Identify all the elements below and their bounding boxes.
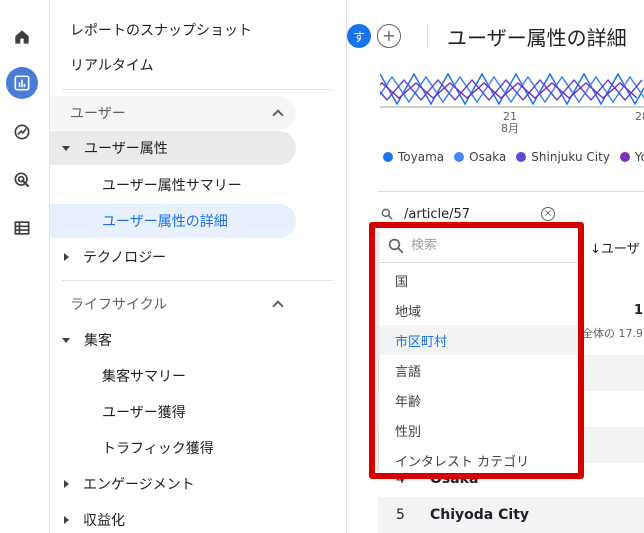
nav-snapshot-label: レポートのスナップショット bbox=[70, 23, 252, 39]
dropdown-option-interest-category[interactable]: インタレスト カテゴリ bbox=[379, 445, 578, 474]
advertising-icon[interactable] bbox=[6, 164, 38, 196]
divider bbox=[378, 191, 644, 192]
caret-down-icon bbox=[62, 337, 70, 343]
legend-item[interactable]: Yokc bbox=[619, 150, 644, 164]
legend-item[interactable]: Toyama bbox=[383, 150, 444, 164]
section-lifecycle-label: ライフサイクル bbox=[70, 297, 168, 313]
legend-dot bbox=[619, 152, 630, 162]
avatar[interactable]: す bbox=[347, 24, 371, 48]
caret-right-icon bbox=[64, 516, 69, 524]
nav-traffic-acquisition[interactable]: トラフィック獲得 bbox=[102, 431, 214, 465]
x-tick-label: 28 bbox=[630, 111, 644, 123]
nav-user-attr-detail[interactable]: ユーザー属性の詳細 bbox=[50, 204, 296, 238]
filter-search[interactable]: /article/57 × bbox=[380, 204, 555, 224]
page-header: す + ユーザー属性の詳細 bbox=[347, 0, 644, 70]
dropdown-search-input[interactable] bbox=[411, 238, 561, 253]
chevron-up-icon bbox=[272, 300, 284, 312]
nav-monetization-label: 収益化 bbox=[83, 513, 125, 529]
legend-item[interactable]: Osaka bbox=[454, 150, 506, 164]
add-comparison-button[interactable]: + bbox=[377, 24, 401, 48]
search-icon bbox=[388, 238, 404, 253]
caret-right-icon bbox=[64, 480, 69, 488]
dropdown-option-language[interactable]: 言語 bbox=[379, 355, 578, 385]
nav-divider bbox=[62, 280, 333, 281]
row-index: 5 bbox=[396, 507, 405, 523]
nav-acq-summary-label: 集客サマリー bbox=[102, 369, 186, 385]
nav-user-attr-summary-label: ユーザー属性サマリー bbox=[102, 178, 242, 194]
section-user-label: ユーザー bbox=[70, 106, 126, 122]
nav-acquisition[interactable]: 集客 bbox=[62, 323, 112, 357]
nav-user-attr-summary[interactable]: ユーザー属性サマリー bbox=[102, 168, 242, 202]
report-nav: レポートのスナップショット リアルタイム ユーザー ユーザー属性 ユーザー属性サ… bbox=[50, 0, 347, 533]
dropdown-option-gender[interactable]: 性別 bbox=[379, 415, 578, 445]
nav-technology-label: テクノロジー bbox=[83, 250, 167, 266]
legend-dot bbox=[454, 152, 465, 162]
nav-user-acquisition-label: ユーザー獲得 bbox=[102, 405, 186, 421]
dropdown-option-region[interactable]: 地域 bbox=[379, 295, 578, 325]
section-user[interactable]: ユーザー bbox=[50, 96, 296, 130]
filter-value: /article/57 bbox=[404, 206, 471, 222]
section-lifecycle[interactable]: ライフサイクル bbox=[50, 287, 296, 321]
nav-user-attributes[interactable]: ユーザー属性 bbox=[50, 131, 296, 165]
nav-engagement[interactable]: エンゲージメント bbox=[62, 467, 195, 501]
legend-label: Toyama bbox=[398, 150, 445, 164]
nav-user-attributes-label: ユーザー属性 bbox=[84, 141, 168, 157]
explore-icon[interactable] bbox=[6, 116, 38, 148]
nav-acquisition-label: 集客 bbox=[84, 333, 112, 349]
x-tick-day: 28 bbox=[635, 110, 644, 123]
home-icon[interactable] bbox=[6, 21, 38, 53]
legend-label: Yokc bbox=[634, 150, 644, 164]
legend-item[interactable]: Shinjuku City bbox=[516, 150, 610, 164]
nav-snapshot[interactable]: レポートのスナップショット bbox=[70, 13, 252, 47]
clear-icon[interactable]: × bbox=[541, 207, 555, 221]
dimension-dropdown: 国 地域 市区町村 言語 年齢 性別 インタレスト カテゴリ bbox=[379, 229, 578, 474]
x-tick-month: 8月 bbox=[501, 122, 519, 135]
nav-monetization[interactable]: 収益化 bbox=[62, 503, 125, 533]
legend-label: Osaka bbox=[469, 150, 507, 164]
dropdown-option-country[interactable]: 国 bbox=[379, 265, 578, 295]
dropdown-option-city[interactable]: 市区町村 bbox=[379, 325, 578, 355]
nav-realtime[interactable]: リアルタイム bbox=[70, 48, 154, 82]
legend-dot bbox=[516, 152, 527, 162]
legend-label: Shinjuku City bbox=[531, 150, 610, 164]
dropdown-search bbox=[379, 229, 578, 263]
total-value: 1 bbox=[634, 303, 644, 318]
x-tick-label: 21 8月 bbox=[498, 111, 522, 135]
page-title: ユーザー属性の詳細 bbox=[447, 26, 627, 50]
nav-technology[interactable]: テクノロジー bbox=[62, 240, 166, 274]
table-row[interactable]: 5 Chiyoda City bbox=[378, 497, 644, 533]
header-divider bbox=[427, 24, 428, 48]
nav-realtime-label: リアルタイム bbox=[70, 58, 154, 74]
nav-user-attr-detail-label: ユーザー属性の詳細 bbox=[102, 214, 228, 230]
dropdown-option-age[interactable]: 年齢 bbox=[379, 385, 578, 415]
row-city: Chiyoda City bbox=[430, 507, 530, 523]
nav-traffic-acquisition-label: トラフィック獲得 bbox=[102, 441, 214, 457]
total-share: 全体の 17.9 bbox=[582, 327, 643, 340]
nav-engagement-label: エンゲージメント bbox=[83, 477, 195, 493]
nav-user-acquisition[interactable]: ユーザー獲得 bbox=[102, 395, 186, 429]
legend-dot bbox=[383, 152, 393, 162]
chevron-up-icon bbox=[272, 109, 284, 121]
search-icon bbox=[381, 208, 393, 220]
chart-legend: Toyama Osaka Shinjuku City Yokc bbox=[383, 150, 644, 164]
icon-rail bbox=[0, 0, 50, 533]
nav-divider bbox=[62, 89, 333, 90]
caret-right-icon bbox=[64, 253, 69, 261]
column-header-users[interactable]: ↓ユーザ bbox=[590, 238, 640, 257]
configure-icon[interactable] bbox=[6, 212, 38, 244]
reports-icon[interactable] bbox=[6, 67, 38, 99]
caret-down-icon bbox=[62, 145, 70, 151]
nav-acq-summary[interactable]: 集客サマリー bbox=[102, 359, 186, 393]
